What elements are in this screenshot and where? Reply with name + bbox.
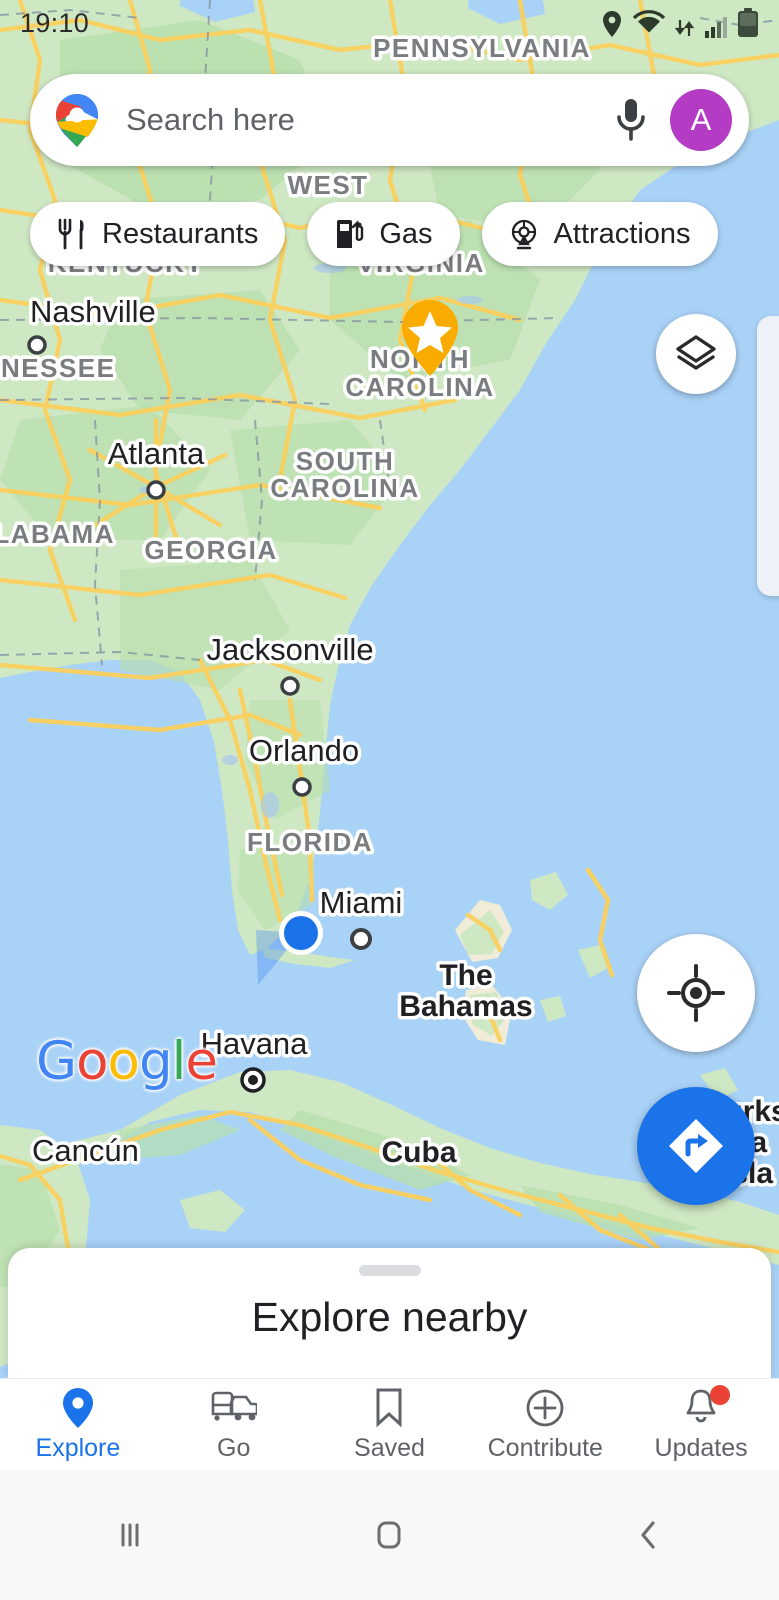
location-pin-icon [62, 1387, 93, 1428]
nav-item-go[interactable]: Go [156, 1379, 312, 1470]
map-label: Cancún [32, 1133, 139, 1168]
recents-button[interactable] [70, 1475, 190, 1595]
chip-label: Attractions [553, 217, 691, 250]
chip-restaurants[interactable]: Restaurants [30, 202, 286, 266]
directions-arrow-icon [669, 1119, 723, 1173]
map-label: CAROLINA [270, 473, 419, 503]
back-button[interactable] [589, 1475, 709, 1595]
map-label: PENNSYLVANIA [373, 33, 591, 63]
nav-item-contribute[interactable]: Contribute [467, 1379, 623, 1470]
directions-button[interactable] [637, 1087, 755, 1205]
my-location-button[interactable] [637, 934, 755, 1052]
home-square-icon [377, 1521, 401, 1549]
chip-label: Gas [379, 217, 433, 250]
ferris-wheel-icon [511, 219, 536, 250]
chip-attractions[interactable]: Attractions [481, 202, 718, 266]
nav-label: Saved [354, 1433, 425, 1462]
bottom-sheet[interactable]: Explore nearby [8, 1248, 771, 1378]
search-input[interactable]: Search here [126, 102, 608, 138]
map-label: Miami [320, 885, 403, 920]
plus-circle-icon [526, 1389, 564, 1426]
nav-item-updates[interactable]: Updates [623, 1379, 779, 1470]
updates-badge [710, 1384, 731, 1405]
map-label: CAROLINA [345, 372, 494, 402]
google-logo-letter: e [185, 1031, 218, 1092]
back-chevron-icon [641, 1521, 655, 1549]
google-maps-pin-icon [56, 94, 98, 147]
sheet-drag-handle[interactable] [358, 1265, 421, 1276]
map-label: Nashville [30, 294, 156, 329]
map-label: ALABAMA [0, 519, 115, 549]
avatar[interactable]: A [670, 89, 732, 151]
recents-icon [121, 1523, 139, 1547]
nav-icon-wrap [525, 1387, 565, 1429]
nav-label: Go [217, 1433, 251, 1462]
sheet-title: Explore nearby [251, 1294, 528, 1340]
google-logo-letter: G [36, 1031, 77, 1092]
google-logo-letter: o [107, 1031, 140, 1092]
bottom-navigation-bar: Explore Go Saved Contribute Updates [0, 1378, 779, 1470]
google-watermark-logo: Google [36, 1031, 218, 1092]
avatar-initial: A [690, 102, 712, 137]
map-label: The [439, 959, 492, 992]
bookmark-icon [376, 1388, 402, 1427]
nav-label: Contribute [487, 1433, 603, 1462]
map-label: Bahamas [399, 990, 532, 1023]
map-label: Jacksonville [206, 632, 373, 667]
nav-item-explore[interactable]: Explore [0, 1379, 156, 1470]
map-label: TENNESSEE [0, 353, 116, 383]
map-label: Cuba [382, 1136, 457, 1169]
side-panel-peek[interactable] [757, 316, 779, 596]
search-bar[interactable]: Search here A [30, 74, 749, 166]
nav-icon-wrap [61, 1387, 95, 1429]
nav-icon-wrap [684, 1384, 731, 1429]
map-label: WEST [287, 170, 368, 200]
chip-label: Restaurants [102, 217, 259, 250]
map-label: GEORGIA [144, 535, 277, 565]
nav-item-saved[interactable]: Saved [312, 1379, 468, 1470]
restaurant-fork-knife-icon [58, 218, 84, 250]
chip-gas[interactable]: Gas [307, 202, 460, 266]
gas-pump-icon [337, 220, 364, 248]
map-label: SOUTH [296, 446, 395, 476]
nav-label: Updates [654, 1433, 748, 1462]
quick-filter-chips: Restaurants Gas Attractions [30, 202, 718, 266]
my-location-crosshair-icon [667, 964, 725, 1022]
layers-button[interactable] [656, 314, 736, 394]
nav-icon-wrap [211, 1387, 257, 1429]
microphone-icon[interactable] [608, 97, 654, 143]
commute-car-icon [211, 1391, 257, 1421]
google-logo-letter: l [171, 1031, 187, 1092]
android-system-nav [0, 1470, 779, 1600]
map-label: Orlando [249, 733, 359, 768]
google-logo-letter: g [138, 1031, 173, 1092]
layers-icon [676, 335, 716, 370]
google-logo-letter: o [76, 1031, 108, 1092]
nav-icon-wrap [374, 1387, 404, 1429]
map-label: FLORIDA [247, 827, 373, 857]
nav-label: Explore [35, 1433, 121, 1462]
home-button[interactable] [329, 1475, 449, 1595]
map-label: Atlanta [108, 436, 205, 471]
